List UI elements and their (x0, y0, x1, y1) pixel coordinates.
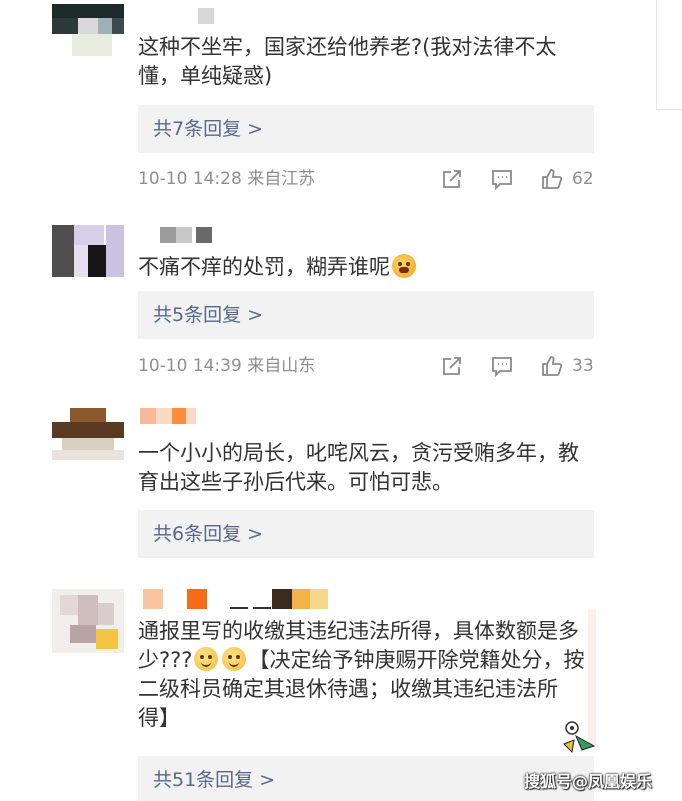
comment-text: 通报里写的收缴其违纪违法所得，具体数额是多少??? 【决定给予钟庚赐开除党籍处分，… (138, 617, 588, 733)
username-pixelated[interactable] (140, 408, 220, 424)
share-icon[interactable] (440, 167, 464, 191)
slight-smile-emoji (222, 647, 247, 671)
avatar[interactable] (52, 589, 124, 653)
comment-icon[interactable] (490, 354, 514, 378)
reply-bar[interactable]: 共7条回复 > (138, 105, 594, 153)
view-replies-link[interactable]: 共6条回复 > (153, 510, 263, 558)
watermark: 搜狐号@凤凰娱乐 (524, 772, 653, 791)
comment-item: 一个小小的局长，叱咤风云，贪污受贿多年，教育出这些子孙后代来。可怕可悲。 共6条… (0, 390, 682, 570)
comment-meta: 10-10 14:39 来自山东 33 (138, 353, 594, 379)
view-replies-link[interactable]: 共7条回复 > (153, 105, 263, 153)
timestamp-location: 10-10 14:39 来自山东 (138, 356, 316, 376)
view-replies-link[interactable]: 共5条回复 > (153, 291, 263, 339)
comment-icon[interactable] (490, 167, 514, 191)
comment-meta: 10-10 14:28 来自江苏 62 (138, 166, 594, 192)
avatar[interactable] (52, 225, 124, 277)
username-pixelated[interactable] (140, 589, 340, 611)
thumbs-up-icon[interactable] (540, 167, 564, 191)
comment-text: 这种不坐牢，国家还给他养老?(我对法律不太懂，单纯疑惑) (138, 35, 557, 88)
reply-bar[interactable]: 共6条回复 > (138, 510, 594, 558)
sticker-icon (563, 721, 596, 754)
username-pixelated[interactable] (140, 227, 220, 243)
avatar[interactable] (52, 408, 124, 460)
slight-smile-emoji (194, 647, 219, 671)
angry-face-emoji (392, 254, 416, 278)
reply-bar[interactable]: 共5条回复 > (138, 291, 594, 339)
avatar[interactable] (52, 4, 124, 56)
like-count: 33 (572, 356, 594, 376)
like-count: 62 (572, 169, 594, 189)
comment-text: 一个小小的局长，叱咤风云，贪污受贿多年，教育出这些子孙后代来。可怕可悲。 (138, 441, 579, 494)
comment-item: 不痛不痒的处罚，糊弄谁呢 共5条回复 > 10-10 14:39 来自山东 33 (0, 200, 682, 390)
view-replies-link[interactable]: 共51条回复 > (153, 756, 275, 801)
comment-item: 这种不坐牢，国家还给他养老?(我对法律不太懂，单纯疑惑) 共7条回复 > 10-… (0, 0, 682, 200)
share-icon[interactable] (440, 354, 464, 378)
comment-item: 通报里写的收缴其违纪违法所得，具体数额是多少??? 【决定给予钟庚赐开除党籍处分，… (0, 575, 682, 801)
thumbs-up-icon[interactable] (540, 354, 564, 378)
comment-text-content: 不痛不痒的处罚，糊弄谁呢 (138, 255, 390, 279)
username-pixelated[interactable] (140, 8, 220, 24)
timestamp-location: 10-10 14:28 来自江苏 (138, 169, 316, 189)
comment-text: 不痛不痒的处罚，糊弄谁呢 (138, 253, 588, 282)
